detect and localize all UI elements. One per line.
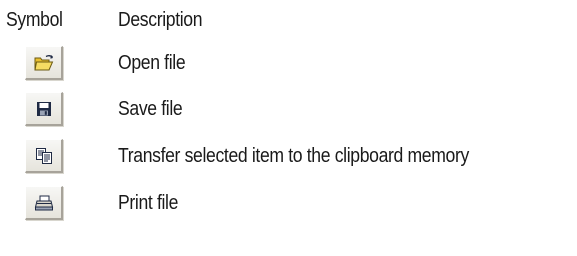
row-description: Save file: [118, 98, 183, 120]
symbol-column-header: Symbol: [6, 9, 63, 31]
table-row: Open file: [0, 46, 577, 90]
save-file-button[interactable]: [25, 92, 63, 126]
row-description: Transfer selected item to the clipboard …: [118, 145, 469, 167]
table-row: Transfer selected item to the clipboard …: [0, 139, 577, 183]
table-row: Save file: [0, 92, 577, 136]
row-description: Open file: [118, 52, 186, 74]
copy-clipboard-icon: [34, 147, 54, 165]
save-disk-icon: [35, 100, 53, 118]
description-column-header: Description: [118, 9, 203, 31]
printer-icon: [34, 194, 54, 212]
copy-button[interactable]: [25, 139, 63, 173]
table-row: Print file: [0, 186, 577, 230]
open-folder-icon: [33, 54, 55, 72]
table-header: Symbol Description: [0, 4, 577, 36]
print-file-button[interactable]: [25, 186, 63, 220]
open-file-button[interactable]: [25, 46, 63, 80]
row-description: Print file: [118, 192, 179, 214]
symbol-legend-table: Symbol Description Open file Save file T…: [0, 0, 577, 256]
